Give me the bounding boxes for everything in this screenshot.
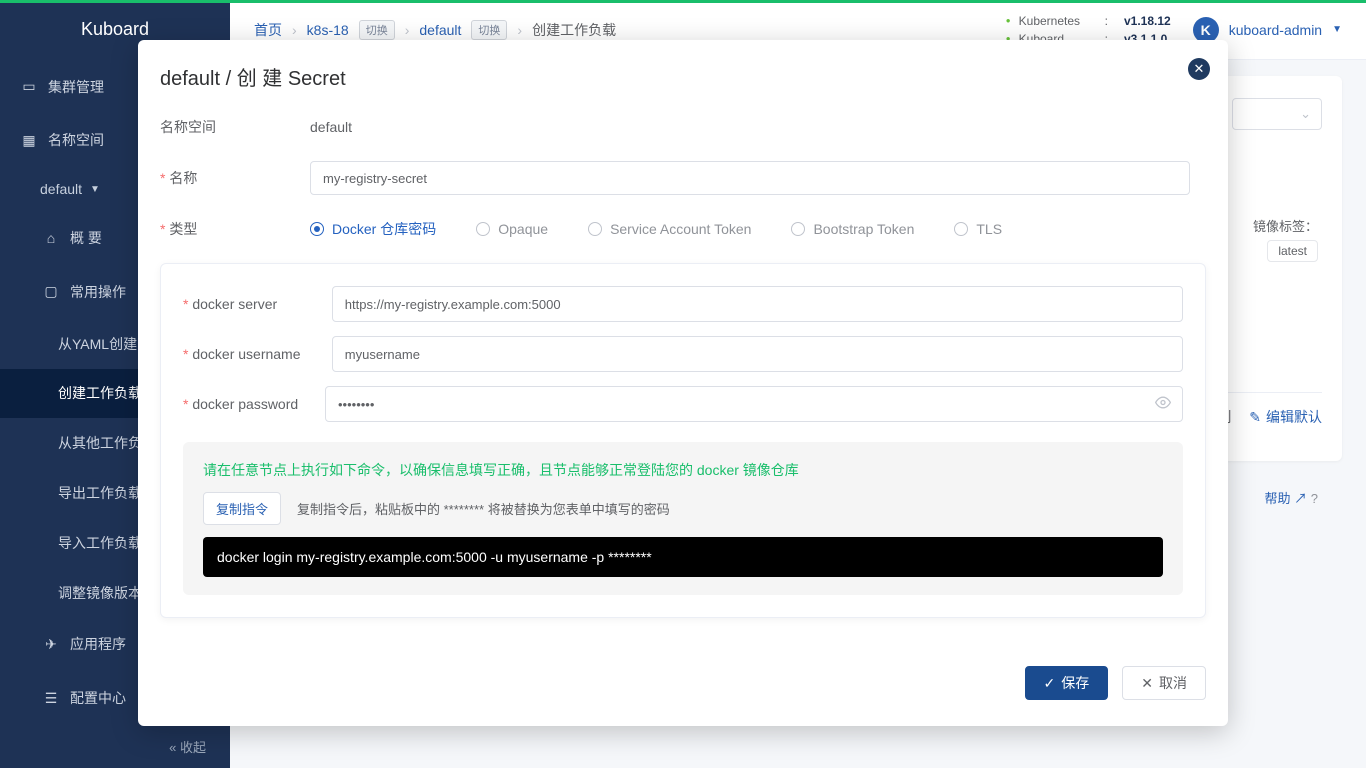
tag-value: latest bbox=[1267, 240, 1318, 262]
check-icon: ✓ bbox=[1044, 675, 1056, 692]
label-name: 名称 bbox=[160, 168, 310, 188]
sidebar-collapse[interactable]: « 收起 bbox=[0, 725, 230, 768]
help-link[interactable]: 帮助 bbox=[1265, 491, 1291, 506]
layers-icon: ☰ bbox=[42, 690, 60, 707]
avatar: K bbox=[1193, 17, 1219, 43]
username: kuboard-admin bbox=[1229, 22, 1322, 38]
radio-tls[interactable]: TLS bbox=[954, 221, 1002, 237]
crumb-tag2[interactable]: 切换 bbox=[471, 20, 507, 40]
command-code: docker login my-registry.example.com:500… bbox=[203, 537, 1163, 577]
accent-bar bbox=[0, 0, 1366, 3]
dialog-footer: ✓ 保存 ✕ 取消 bbox=[160, 666, 1206, 700]
command-hint: 请在任意节点上执行如下命令，以确保信息填写正确，且节点能够正常登陆您的 dock… bbox=[203, 460, 1163, 480]
cancel-button[interactable]: ✕ 取消 bbox=[1122, 666, 1206, 700]
dialog-overlay: default / 创 建 Secret ✕ 名称空间 default 名称 类… bbox=[0, 0, 1366, 768]
plane-icon: ✈ bbox=[42, 636, 60, 653]
crumb-home[interactable]: 首页 bbox=[254, 20, 282, 40]
type-radio-group: Docker 仓库密码 Opaque Service Account Token… bbox=[310, 219, 1002, 239]
close-button[interactable]: ✕ bbox=[1188, 58, 1210, 80]
crumb-tag1[interactable]: 切换 bbox=[359, 20, 395, 40]
ns-name: default bbox=[40, 181, 82, 197]
crumb-cluster[interactable]: k8s-18 bbox=[307, 22, 349, 38]
command-box: 请在任意节点上执行如下命令，以确保信息填写正确，且节点能够正常登陆您的 dock… bbox=[183, 442, 1183, 595]
label-namespace: 名称空间 bbox=[160, 117, 310, 137]
sidebar-label-apps: 应用程序 bbox=[70, 634, 126, 654]
create-secret-dialog: default / 创 建 Secret ✕ 名称空间 default 名称 类… bbox=[138, 40, 1228, 726]
docker-server-input[interactable] bbox=[332, 286, 1183, 322]
docker-username-input[interactable] bbox=[332, 336, 1183, 372]
close-icon: ✕ bbox=[1141, 675, 1153, 692]
sidebar-label-namespace: 名称空间 bbox=[48, 130, 104, 150]
caret-down-icon: ▼ bbox=[1332, 24, 1342, 35]
radio-docker[interactable]: Docker 仓库密码 bbox=[310, 219, 436, 239]
radio-bootstrap[interactable]: Bootstrap Token bbox=[791, 221, 914, 237]
folder-icon: ▢ bbox=[42, 283, 60, 300]
sidebar-label-overview: 概 要 bbox=[70, 228, 102, 248]
chevron-down-icon: ⌄ bbox=[1300, 106, 1311, 122]
tag-label: 镜像标签： bbox=[1253, 219, 1318, 234]
copy-command-button[interactable]: 复制指令 bbox=[203, 492, 281, 525]
value-namespace: default bbox=[310, 119, 352, 135]
pencil-icon: ✎ bbox=[1249, 409, 1261, 426]
select-stub[interactable]: ⌄ bbox=[1232, 98, 1322, 130]
sidebar-label-common-ops: 常用操作 bbox=[70, 282, 126, 302]
edit-default-button[interactable]: ✎ 编辑默认 bbox=[1249, 407, 1322, 427]
radio-sat[interactable]: Service Account Token bbox=[588, 221, 751, 237]
name-input[interactable] bbox=[310, 161, 1190, 195]
cluster-icon: ▭ bbox=[20, 78, 38, 95]
breadcrumb: 首页 › k8s-18 切换 › default 切换 › 创建工作负载 bbox=[254, 20, 616, 40]
label-docker-password: docker password bbox=[183, 396, 325, 412]
namespace-icon: ▦ bbox=[20, 132, 38, 149]
label-docker-username: docker username bbox=[183, 346, 332, 362]
crumb-current: 创建工作负载 bbox=[532, 20, 616, 40]
sidebar-label-cluster: 集群管理 bbox=[48, 77, 104, 97]
close-icon: ✕ bbox=[1194, 61, 1205, 77]
label-docker-server: docker server bbox=[183, 296, 332, 312]
caret-down-icon: ▼ bbox=[90, 184, 100, 195]
docker-config-card: docker server docker username docker pas… bbox=[160, 263, 1206, 618]
eye-icon[interactable] bbox=[1155, 395, 1171, 414]
crumb-ns[interactable]: default bbox=[419, 22, 461, 38]
copy-note: 复制指令后，粘贴板中的 ******** 将被替换为您表单中填写的密码 bbox=[297, 499, 670, 518]
home-icon: ⌂ bbox=[42, 230, 60, 246]
docker-password-input[interactable] bbox=[325, 386, 1183, 422]
radio-opaque[interactable]: Opaque bbox=[476, 221, 548, 237]
sidebar-label-config: 配置中心 bbox=[70, 688, 126, 708]
user-menu[interactable]: K kuboard-admin ▼ bbox=[1193, 17, 1342, 43]
save-button[interactable]: ✓ 保存 bbox=[1025, 666, 1109, 700]
label-type: 类型 bbox=[160, 219, 310, 239]
dialog-title: default / 创 建 Secret bbox=[160, 62, 1206, 91]
